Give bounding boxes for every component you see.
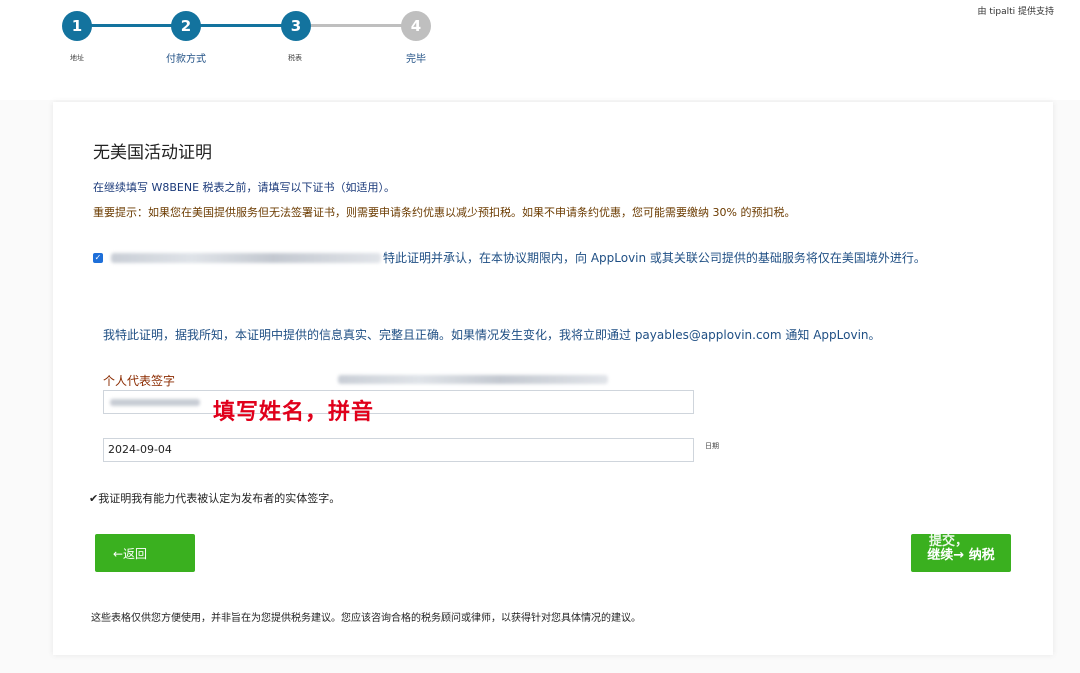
signature-name-input[interactable] xyxy=(103,390,694,414)
intro-text: 在继续填写 W8BENE 税表之前，请填写以下证书（如适用）。 xyxy=(93,181,396,194)
important-notice: 重要提示：如果您在美国提供服务但无法签署证书，则需要申请条约优惠以减少预扣税。如… xyxy=(93,206,796,219)
signature-label: 个人代表签字 xyxy=(103,374,176,388)
step-3-circle: 3 xyxy=(281,11,311,41)
step-1-circle: 1 xyxy=(62,11,92,41)
capacity-statement: ✔我证明我有能力代表被认定为发布者的实体签字。 xyxy=(89,492,341,505)
step-connector-pending xyxy=(296,24,416,27)
redacted-name-value xyxy=(110,399,200,406)
annotation-fill-name: 填写姓名，拼音 xyxy=(213,400,375,425)
step-1-label: 地址 xyxy=(70,54,84,62)
footer-disclaimer: 这些表格仅供您方便使用，并非旨在为您提供税务建议。您应该咨询合格的税务顾问或律师… xyxy=(91,613,641,624)
declaration-text: 我特此证明，据我所知，本证明中提供的信息真实、完整且正确。如果情况发生变化，我将… xyxy=(103,328,881,342)
top-bar: 由 tipalti 提供支持 1 2 3 4 地址 付款方式 税表 完毕 xyxy=(0,0,1080,100)
page: 由 tipalti 提供支持 1 2 3 4 地址 付款方式 税表 完毕 无美国… xyxy=(0,0,1080,673)
submit-overlay-text: 提交， xyxy=(929,534,969,549)
certification-text: 特此证明并承认，在本协议期限内，向 AppLovin 或其关联公司提供的基础服务… xyxy=(383,251,926,265)
redacted-company-signer xyxy=(338,375,608,384)
form-card: 无美国活动证明 在继续填写 W8BENE 税表之前，请填写以下证书（如适用）。 … xyxy=(53,102,1053,655)
date-input[interactable]: 2024-09-04 xyxy=(103,438,694,462)
powered-by-text: 由 tipalti 提供支持 xyxy=(977,7,1054,17)
continue-tax-button[interactable]: 提交， 继续→ 纳税 xyxy=(911,534,1011,572)
progress-stepper: 1 2 3 4 地址 付款方式 税表 完毕 xyxy=(0,0,500,80)
step-2-circle: 2 xyxy=(171,11,201,41)
step-3-label: 税表 xyxy=(288,54,302,62)
step-4-label: 完毕 xyxy=(406,54,426,65)
certification-row: ✓ 特此证明并承认，在本协议期限内，向 AppLovin 或其关联公司提供的基础… xyxy=(93,249,926,266)
back-button[interactable]: ←返回 xyxy=(95,534,195,572)
step-4-circle: 4 xyxy=(401,11,431,41)
certification-checkbox[interactable]: ✓ xyxy=(93,252,103,263)
step-2-label: 付款方式 xyxy=(166,54,206,65)
page-title: 无美国活动证明 xyxy=(93,143,212,163)
date-label: 日期 xyxy=(705,442,719,450)
redacted-company-name xyxy=(111,252,381,263)
